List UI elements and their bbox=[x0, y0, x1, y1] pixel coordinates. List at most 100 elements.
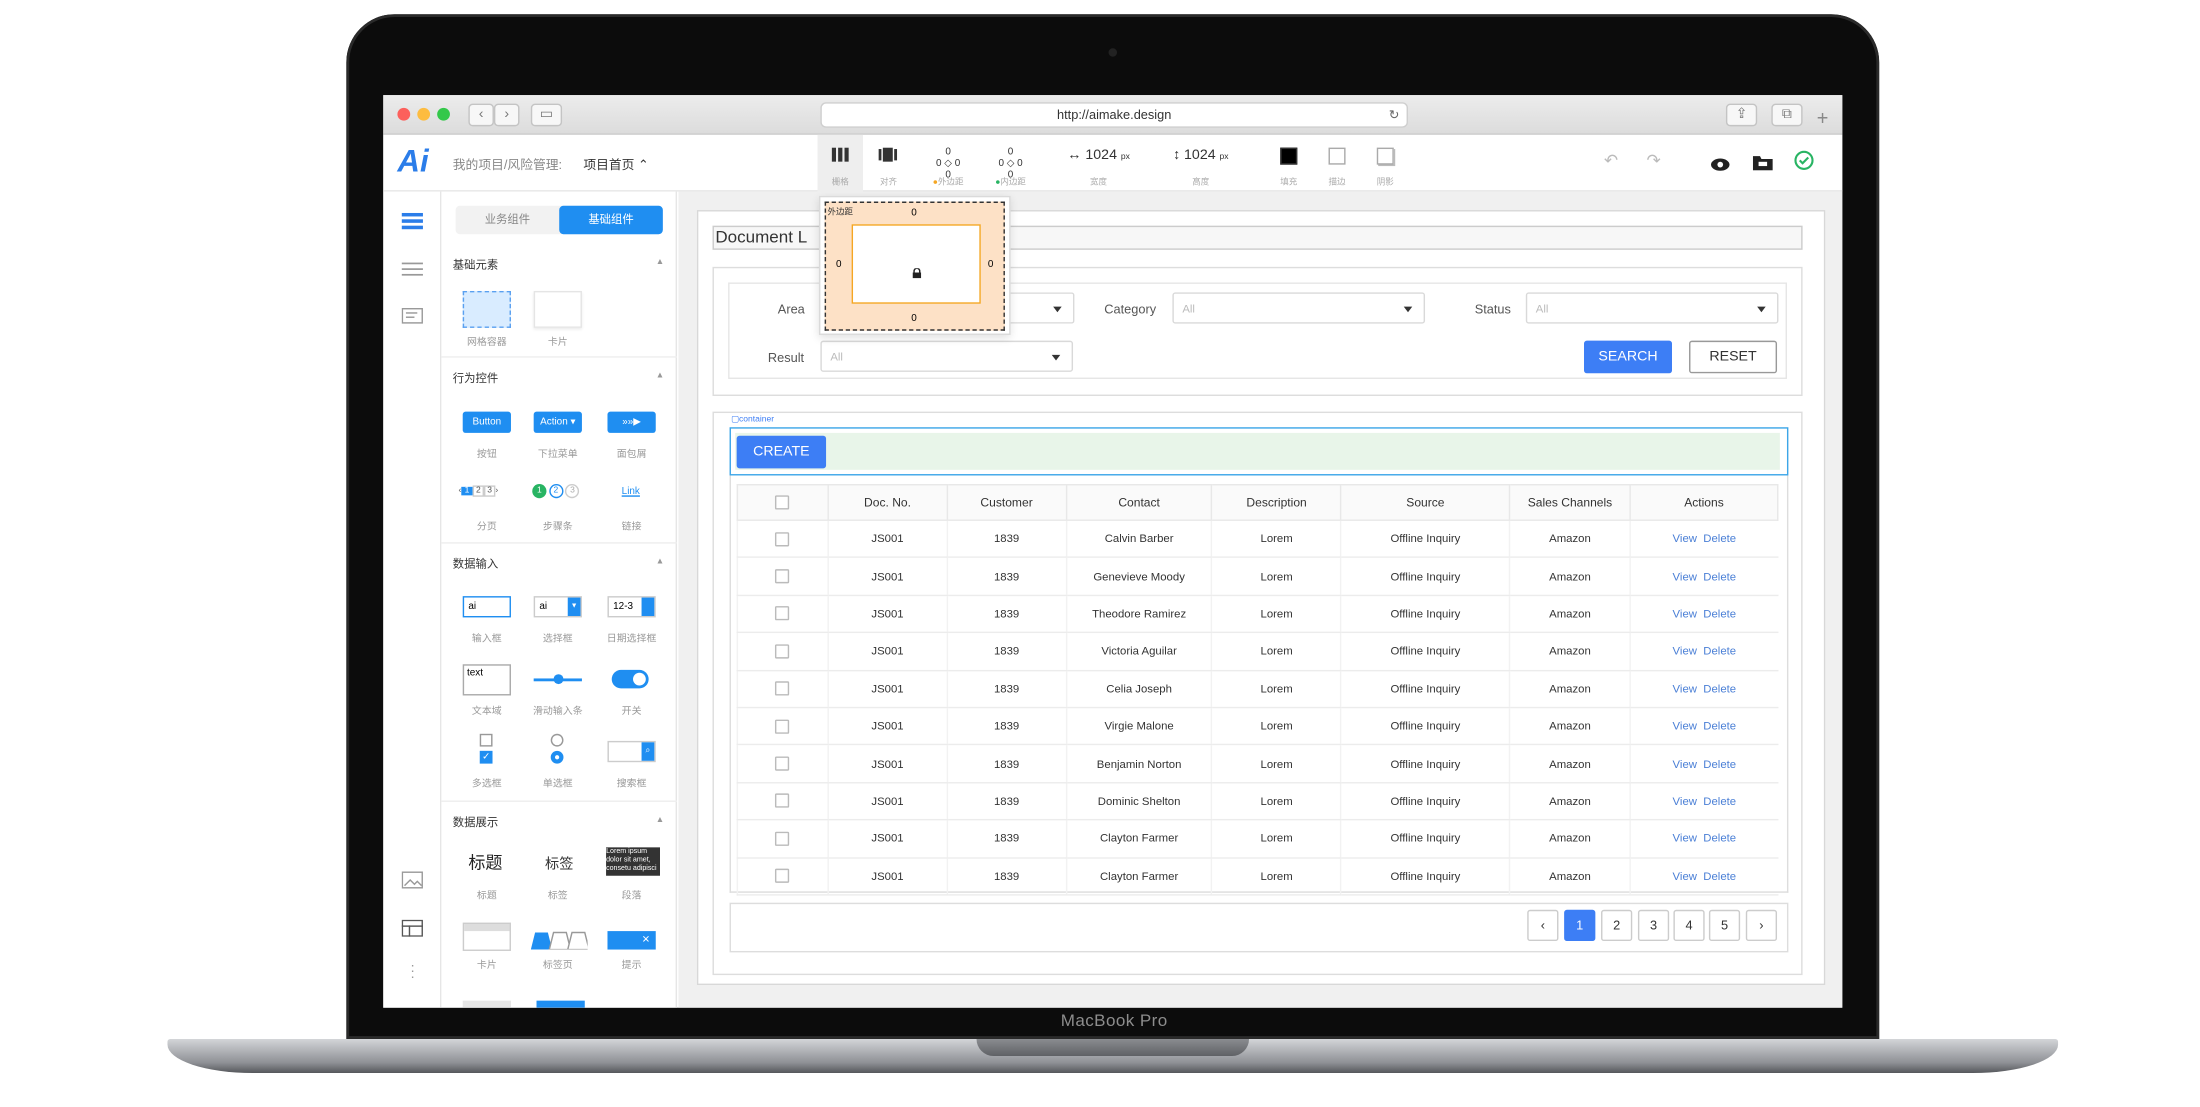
row-checkbox-cell[interactable] bbox=[736, 782, 829, 821]
stroke-tool[interactable]: 描边 bbox=[1320, 135, 1354, 192]
collapse-icon[interactable]: ▲ bbox=[656, 372, 664, 381]
input-sample[interactable]: ai bbox=[462, 596, 511, 618]
pagination-sample[interactable]: ‹ 1 2 3 › bbox=[458, 485, 498, 497]
select-all-checkbox[interactable] bbox=[775, 495, 790, 511]
delete-link[interactable]: Delete bbox=[1703, 757, 1736, 770]
view-link[interactable]: View bbox=[1673, 533, 1697, 546]
searchbox-sample[interactable]: ⌕ bbox=[607, 740, 656, 763]
undo-icon[interactable]: ↶ bbox=[1604, 150, 1618, 170]
delete-link[interactable]: Delete bbox=[1703, 870, 1736, 883]
row-checkbox[interactable] bbox=[775, 606, 790, 621]
dropdown-sample[interactable]: Action ▾ bbox=[533, 411, 582, 433]
view-link[interactable]: View bbox=[1673, 757, 1697, 770]
collapse-icon[interactable]: ▲ bbox=[656, 816, 664, 825]
page-select[interactable]: 项目首页 ⌃ bbox=[583, 155, 648, 173]
delete-link[interactable]: Delete bbox=[1703, 607, 1736, 620]
lock-icon[interactable] bbox=[912, 260, 922, 286]
selected-container[interactable]: CREATE bbox=[729, 427, 1789, 476]
row-checkbox[interactable] bbox=[775, 569, 790, 584]
steps-sample[interactable]: 1 2 3 bbox=[532, 484, 580, 499]
page-4[interactable]: 4 bbox=[1673, 909, 1705, 942]
datepicker-sample[interactable]: 12-3 bbox=[607, 596, 656, 618]
row-checkbox-cell[interactable] bbox=[736, 857, 829, 896]
delete-link[interactable]: Delete bbox=[1703, 832, 1736, 845]
collapse-icon[interactable]: ▲ bbox=[656, 558, 664, 567]
folder-icon[interactable] bbox=[1752, 152, 1773, 178]
view-link[interactable]: View bbox=[1673, 832, 1697, 845]
margin-bottom-value[interactable]: 0 bbox=[911, 314, 917, 324]
view-link[interactable]: View bbox=[1673, 795, 1697, 808]
tab-business[interactable]: 业务组件 bbox=[456, 206, 560, 234]
view-link[interactable]: View bbox=[1673, 870, 1697, 883]
row-checkbox-cell[interactable] bbox=[736, 707, 829, 746]
category-select[interactable]: All bbox=[1172, 292, 1426, 324]
delete-link[interactable]: Delete bbox=[1703, 682, 1736, 695]
result-select[interactable]: All bbox=[820, 340, 1074, 372]
new-tab-icon[interactable]: + bbox=[1817, 106, 1829, 129]
tag-sample[interactable]: 标签 bbox=[545, 852, 573, 873]
breadcrumb-sample[interactable]: »»▶ bbox=[607, 411, 656, 433]
delete-link[interactable]: Delete bbox=[1703, 645, 1736, 658]
radio-sample[interactable] bbox=[550, 733, 564, 747]
image-icon[interactable] bbox=[401, 870, 423, 896]
slider-sample[interactable] bbox=[533, 674, 582, 685]
row-checkbox-cell[interactable] bbox=[736, 744, 829, 784]
layers-icon[interactable] bbox=[401, 211, 423, 237]
grid-container-sample[interactable] bbox=[462, 290, 511, 328]
row-checkbox-cell[interactable] bbox=[736, 632, 829, 671]
width-field[interactable]: ↔ 1024 px 宽度 bbox=[1056, 135, 1141, 192]
title-sample[interactable]: 标题 bbox=[468, 850, 502, 874]
page-2[interactable]: 2 bbox=[1601, 909, 1633, 942]
textarea-sample[interactable]: text bbox=[462, 664, 511, 696]
view-link[interactable]: View bbox=[1673, 682, 1697, 695]
switch-sample[interactable] bbox=[611, 669, 649, 689]
page-3[interactable]: 3 bbox=[1637, 909, 1670, 942]
check-circle-icon[interactable] bbox=[1794, 150, 1814, 177]
align-tool[interactable]: 对齐 bbox=[866, 135, 911, 192]
zoom-window-icon[interactable] bbox=[437, 107, 450, 121]
page-5[interactable]: 5 bbox=[1708, 909, 1741, 942]
row-checkbox-cell[interactable] bbox=[736, 819, 829, 859]
share-icon[interactable]: ⇪ bbox=[1725, 103, 1758, 127]
delete-link[interactable]: Delete bbox=[1703, 795, 1736, 808]
card-sample[interactable] bbox=[533, 290, 582, 328]
row-checkbox[interactable] bbox=[775, 531, 790, 547]
preview-eye-icon[interactable] bbox=[1710, 153, 1730, 179]
margin-top-value[interactable]: 0 bbox=[911, 209, 917, 219]
row-checkbox-cell[interactable] bbox=[736, 595, 829, 634]
url-bar[interactable]: http://aimake.design ↻ bbox=[820, 102, 1409, 128]
tabs-sample[interactable] bbox=[530, 928, 590, 956]
create-button[interactable]: CREATE bbox=[736, 435, 827, 469]
view-link[interactable]: View bbox=[1673, 570, 1697, 583]
delete-link[interactable]: Delete bbox=[1703, 720, 1736, 733]
card2-sample[interactable] bbox=[462, 922, 511, 951]
view-link[interactable]: View bbox=[1673, 607, 1697, 620]
checkbox-sample[interactable] bbox=[479, 733, 493, 747]
margin-left-value[interactable]: 0 bbox=[836, 260, 842, 270]
tabs-icon[interactable]: ⧉ bbox=[1771, 103, 1803, 127]
row-checkbox[interactable] bbox=[775, 681, 790, 696]
alert-sample[interactable]: ✕ bbox=[607, 931, 656, 950]
reload-icon[interactable]: ↻ bbox=[1389, 104, 1400, 127]
back-icon[interactable]: ‹ bbox=[468, 103, 494, 127]
search-button[interactable]: SEARCH bbox=[1584, 340, 1673, 374]
tab-basic[interactable]: 基础组件 bbox=[559, 205, 663, 235]
delete-link[interactable]: Delete bbox=[1703, 570, 1736, 583]
row-checkbox[interactable] bbox=[775, 756, 790, 771]
delete-link[interactable]: Delete bbox=[1703, 533, 1736, 546]
view-link[interactable]: View bbox=[1673, 720, 1697, 733]
row-checkbox[interactable] bbox=[775, 868, 790, 884]
select-sample[interactable]: ai ▼ bbox=[533, 596, 582, 618]
margin-tool[interactable]: 00 ◇ 00 ●外边距 bbox=[923, 135, 974, 192]
row-checkbox-cell[interactable] bbox=[736, 557, 829, 596]
prev-page-button[interactable]: ‹ bbox=[1527, 909, 1559, 942]
button-sample[interactable]: Button bbox=[462, 411, 511, 433]
status-select[interactable]: All bbox=[1525, 292, 1779, 324]
comment-icon[interactable] bbox=[401, 308, 423, 334]
column-header[interactable] bbox=[736, 484, 829, 521]
height-field[interactable]: ↕ 1024 px 高度 bbox=[1158, 135, 1243, 192]
more-icon[interactable]: · · · bbox=[410, 959, 415, 985]
redo-icon[interactable]: ↷ bbox=[1646, 150, 1660, 170]
next-page-button[interactable]: › bbox=[1745, 909, 1778, 942]
row-checkbox-cell[interactable] bbox=[736, 520, 829, 559]
